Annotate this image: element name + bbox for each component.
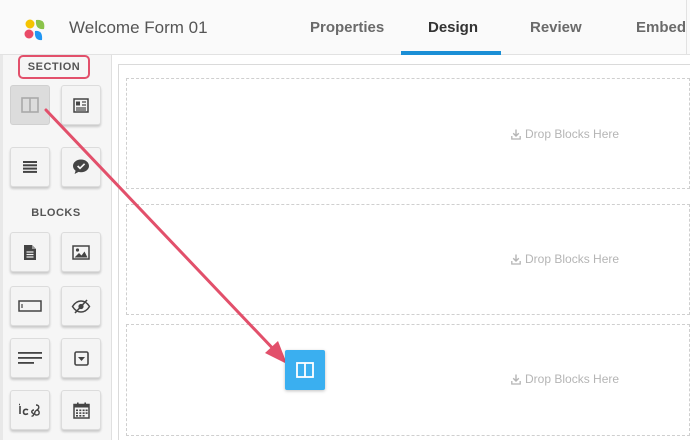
app-logo-icon <box>24 19 45 41</box>
tab-review[interactable]: Review <box>530 19 582 36</box>
paragraph-block-button[interactable] <box>10 338 50 378</box>
download-icon <box>511 254 521 265</box>
blocks-heading: BLOCKS <box>31 207 81 219</box>
two-column-layout-icon <box>296 362 314 378</box>
document-icon <box>24 244 36 260</box>
image-icon <box>72 244 90 260</box>
dropzone-2-label: Drop Blocks Here <box>511 252 619 266</box>
dropzone-1-label: Drop Blocks Here <box>511 127 619 141</box>
download-icon <box>511 129 521 140</box>
dropzone-3-text: Drop Blocks Here <box>525 372 620 386</box>
calendar-icon <box>72 402 90 419</box>
dropzone-3-label: Drop Blocks Here <box>511 372 619 386</box>
section-heading: SECTION <box>18 55 90 79</box>
hidden-field-block-button[interactable] <box>61 286 101 326</box>
top-bar: Welcome Form 01 Properties Design Review… <box>0 0 690 55</box>
eye-slash-icon <box>71 298 91 314</box>
newspaper-icon <box>73 97 89 113</box>
document-block-button[interactable] <box>10 232 50 272</box>
date-block-button[interactable] <box>61 390 101 430</box>
tab-properties[interactable]: Properties <box>310 19 384 36</box>
list-lines-icon <box>23 161 37 173</box>
dropzone-2-text: Drop Blocks Here <box>525 252 620 266</box>
newspaper-section-button[interactable] <box>61 85 101 125</box>
header-divider <box>686 0 687 55</box>
active-tab-indicator <box>401 51 501 55</box>
dragged-section-block[interactable] <box>285 350 325 390</box>
tab-embed[interactable]: Embed <box>636 19 686 36</box>
text-field-icon <box>18 300 42 312</box>
dropzone-1-text: Drop Blocks Here <box>525 127 620 141</box>
tab-design[interactable]: Design <box>428 19 478 36</box>
dropdown-icon <box>73 350 89 366</box>
signature-block-button[interactable] <box>10 390 50 430</box>
text-field-block-button[interactable] <box>10 286 50 326</box>
list-section-button[interactable] <box>10 147 50 187</box>
chat-section-button[interactable] <box>61 147 101 187</box>
two-column-layout-icon <box>21 97 39 113</box>
two-column-section-button[interactable] <box>10 85 50 125</box>
dropdown-block-button[interactable] <box>61 338 101 378</box>
form-title: Welcome Form 01 <box>69 18 208 37</box>
download-icon <box>511 374 521 385</box>
paragraph-icon <box>18 352 42 364</box>
image-block-button[interactable] <box>61 232 101 272</box>
signature-icon <box>19 403 40 417</box>
chat-check-icon <box>73 159 89 174</box>
sidebar-edge <box>0 55 3 440</box>
